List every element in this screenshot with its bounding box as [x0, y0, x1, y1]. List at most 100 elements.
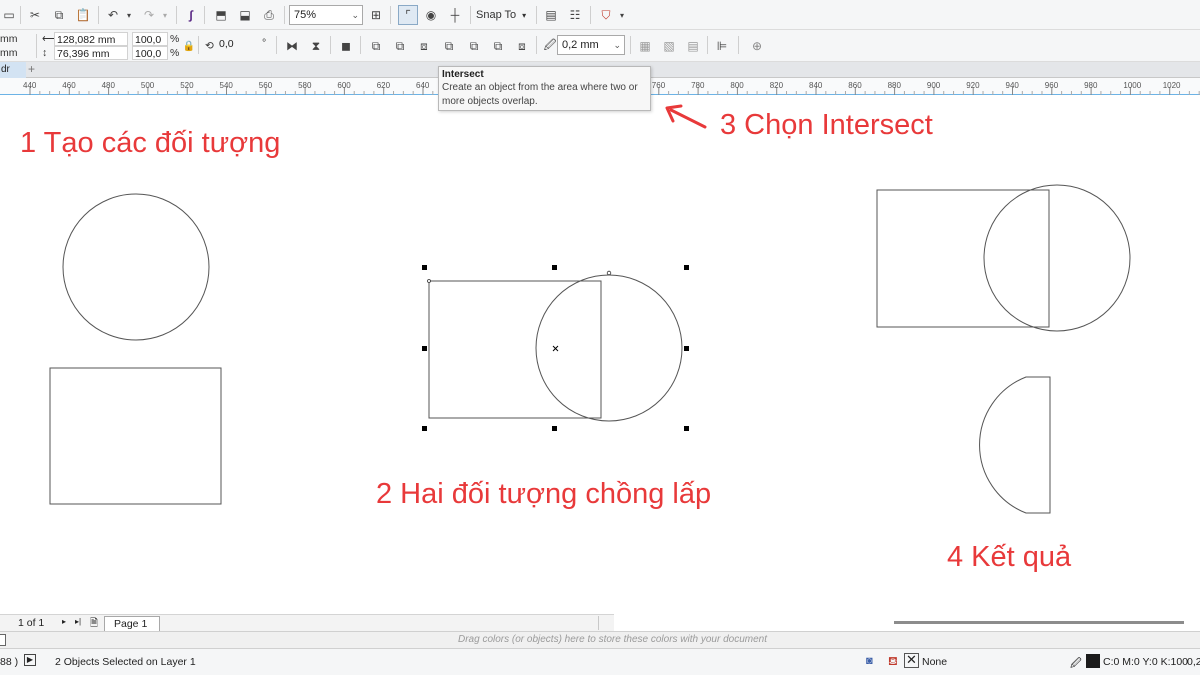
scale-y-percent: %	[170, 47, 180, 59]
save-icon[interactable]: ▭	[0, 6, 18, 24]
welcome-screen-icon[interactable]: ▤	[542, 6, 560, 24]
full-screen-preview-icon[interactable]: ⊞	[367, 6, 385, 24]
simplify-icon[interactable]: ⧉	[440, 37, 458, 55]
document-palette[interactable]: Drag colors (or objects) here to store t…	[0, 631, 1200, 649]
ruler-tick-label: 580	[298, 81, 312, 90]
play-icon[interactable]: ▶	[24, 654, 36, 666]
ruler-tick-label: 960	[1045, 81, 1059, 90]
drawing-canvas[interactable]: 1 Tạo các đối tượng 2 Hai đối tượng chồn…	[0, 96, 1200, 614]
horizontal-scrollbar[interactable]	[894, 621, 1184, 624]
tooltip-title: Intersect	[442, 69, 484, 80]
front-minus-back-icon[interactable]: ⧉	[465, 37, 483, 55]
rectangle-shape[interactable]	[49, 367, 222, 505]
ruler-tick-label: 620	[377, 81, 391, 90]
toolbar-separator	[20, 6, 21, 24]
lock-ratio-icon[interactable]: 🔒	[180, 37, 198, 55]
import-icon[interactable]: ⬒	[212, 6, 230, 24]
palette-hint: Drag colors (or objects) here to store t…	[457, 634, 768, 645]
intersect-icon[interactable]: ⧈	[415, 37, 433, 55]
toolbar-separator	[276, 36, 277, 54]
x-position-unit[interactable]: mm	[0, 32, 18, 46]
selection-handle[interactable]	[552, 426, 557, 431]
fill-type-icon: ◙	[866, 655, 873, 667]
ruler-tick-label: 920	[966, 81, 980, 90]
intersect-result-shape[interactable]	[979, 376, 1051, 514]
show-guidelines-icon[interactable]: ┼	[446, 6, 464, 24]
toolbar-separator	[390, 6, 391, 24]
pointer-arrow-icon	[665, 104, 707, 129]
back-minus-front-icon[interactable]: ⧉	[489, 37, 507, 55]
ruler-tick-label: 880	[888, 81, 902, 90]
selection-handle[interactable]	[684, 265, 689, 270]
scale-y-field[interactable]: 100,0	[132, 46, 168, 60]
new-tab-button[interactable]: +	[28, 62, 35, 77]
toolbar-separator	[536, 36, 537, 54]
toolbar-separator	[330, 36, 331, 54]
create-boundary-icon[interactable]: ⧈	[513, 37, 531, 55]
export-icon[interactable]: ⬓	[236, 6, 254, 24]
selection-handle[interactable]	[684, 426, 689, 431]
intersect-tooltip: Intersect Create an object from the area…	[438, 66, 651, 111]
next-page-icon[interactable]: ▸	[62, 617, 66, 626]
selection-info: 2 Objects Selected on Layer 1	[55, 656, 196, 668]
show-view-icon[interactable]: ◉	[422, 6, 440, 24]
search-content-icon[interactable]: ∫	[182, 6, 200, 24]
outline-color-swatch[interactable]	[1086, 654, 1100, 668]
circle-shape[interactable]	[62, 193, 210, 341]
mirror-horizontal-icon[interactable]: ⧓	[283, 37, 301, 55]
result-circle[interactable]	[983, 184, 1131, 332]
ruler-tick-label: 1020	[1163, 81, 1181, 90]
outline-width-combo[interactable]: 0,2 mm ⌄	[557, 35, 625, 55]
ruler-tick-label: 520	[180, 81, 194, 90]
outline-color-values: C:0 M:0 Y:0 K:100	[1103, 656, 1189, 668]
ruler-tick-label: 1000	[1123, 81, 1141, 90]
chevron-down-icon: ▾	[522, 10, 527, 20]
drawing-area	[49, 104, 1131, 514]
rotation-field[interactable]: 0,0	[217, 37, 259, 51]
scale-x-field[interactable]: 100,0	[132, 32, 168, 46]
quick-trace-icon[interactable]: ▦	[636, 37, 654, 55]
step1-annotation: 1 Tạo các đối tượng	[20, 127, 281, 159]
copy-icon[interactable]: ⧉	[50, 6, 68, 24]
selection-handle[interactable]	[552, 265, 557, 270]
paste-icon[interactable]: 📋	[74, 6, 92, 24]
fill-value: None	[922, 656, 948, 668]
overlapping-circle[interactable]	[535, 274, 683, 422]
ruler-tick-label: 940	[1006, 81, 1020, 90]
add-icon[interactable]: ⊕	[748, 37, 766, 55]
mirror-vertical-icon[interactable]: ⧗	[307, 37, 325, 55]
no-fill-icon[interactable]: ✕	[904, 653, 919, 668]
snap-to-button[interactable]: Snap To ▾	[476, 8, 526, 22]
cut-icon[interactable]: ✂	[26, 6, 44, 24]
wrap-text-icon[interactable]: ▤	[684, 37, 702, 55]
selection-handle[interactable]	[422, 265, 427, 270]
redo-dropdown-icon[interactable]: ▾	[156, 6, 174, 24]
node-marker	[427, 279, 431, 283]
overlapping-rectangle[interactable]	[428, 280, 602, 419]
zoom-level-combo[interactable]: 75% ⌄	[289, 5, 363, 25]
object-width-field[interactable]: 128,082 mm	[54, 32, 128, 46]
ruler-tick-label: 800	[730, 81, 744, 90]
selection-handle[interactable]	[684, 346, 689, 351]
trim-icon[interactable]: ⧉	[391, 37, 409, 55]
selection-handle[interactable]	[422, 426, 427, 431]
launch-dropdown-icon[interactable]: ▾	[613, 6, 631, 24]
document-tab[interactable]: dr	[0, 62, 26, 78]
convert-to-curves-icon[interactable]: ▧	[660, 37, 678, 55]
align-distribute-icon[interactable]: ⊫	[713, 37, 731, 55]
y-position-unit[interactable]: mm	[0, 46, 18, 60]
show-rulers-icon[interactable]: ⌜	[398, 5, 418, 25]
options-icon[interactable]: ☷	[566, 6, 584, 24]
page-tab[interactable]: Page 1	[104, 616, 160, 631]
selection-handle[interactable]	[422, 346, 427, 351]
outline-width-status: 0,2	[1187, 656, 1200, 668]
ruler-tick-label: 760	[652, 81, 666, 90]
undo-dropdown-icon[interactable]: ▾	[120, 6, 138, 24]
weld-icon[interactable]: ⧉	[367, 37, 385, 55]
combine-icon[interactable]: ◼	[337, 37, 355, 55]
result-rectangle[interactable]	[876, 189, 1050, 328]
publish-pdf-icon[interactable]: ⎙	[260, 6, 278, 24]
last-page-icon[interactable]: ▸|	[75, 617, 81, 626]
rotation-degree: °	[262, 37, 267, 49]
object-height-field[interactable]: 76,396 mm	[54, 46, 128, 60]
